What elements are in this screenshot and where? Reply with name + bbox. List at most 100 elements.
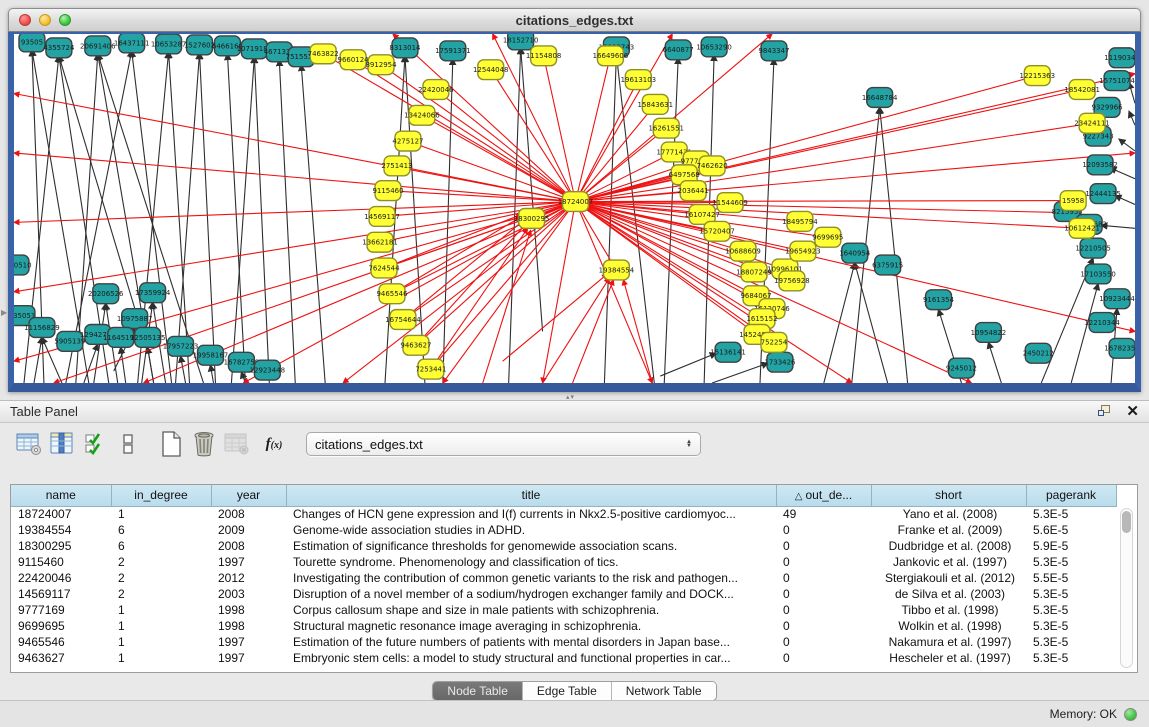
network-node-teal[interactable]: 9843347 [758,41,789,61]
network-node-selected[interactable]: 19613103 [621,70,656,90]
table-cell[interactable]: 1997 [211,634,286,650]
table-cell[interactable]: Dudbridge et al. (2008) [871,538,1026,554]
table-cell[interactable]: 2009 [211,522,286,538]
table-cell[interactable]: 5.3E-5 [1026,618,1116,634]
network-node-selected[interactable]: 2036441 [678,181,709,201]
network-node-teal[interactable]: 17359924 [135,283,171,303]
table-cell[interactable]: Wolkin et al. (1998) [871,618,1026,634]
network-node-selected[interactable]: 9660124 [338,50,370,70]
network-node-selected[interactable]: 9115460 [372,181,403,201]
network-node-selected[interactable]: 23424111 [1074,113,1109,133]
delete-table-icon[interactable] [189,429,219,459]
table-cell[interactable]: 0 [776,650,871,666]
network-node-teal[interactable]: 12444135 [1085,184,1120,204]
table-cell[interactable]: 1 [111,634,211,650]
table-scrollbar-thumb[interactable] [1122,511,1131,533]
table-cell[interactable]: 2008 [211,538,286,554]
network-node-teal[interactable]: 15751074 [1099,71,1135,91]
column-header-title[interactable]: title [286,485,776,506]
table-row[interactable]: 946362711997Embryonic stem cells: a mode… [11,650,1116,666]
network-node-selected[interactable]: 16261551 [649,118,684,138]
network-node-selected[interactable]: 18724007 [558,192,593,212]
network-node-teal[interactable]: 12210344 [1084,313,1120,333]
table-row[interactable]: 946554611997Estimation of the future num… [11,634,1116,650]
network-node-teal[interactable]: 93505 [19,34,45,52]
table-cell[interactable]: 2008 [211,506,286,522]
column-header-year[interactable]: year [211,485,286,506]
table-cell[interactable]: Nakamura et al. (1997) [871,634,1026,650]
network-node-teal[interactable]: 12505135 [130,327,165,347]
table-cell[interactable]: 0 [776,570,871,586]
network-node-teal[interactable]: 10653290 [696,37,731,57]
network-node-selected[interactable]: 19654923 [785,241,820,261]
table-cell[interactable]: Tibbo et al. (1998) [871,602,1026,618]
table-cell[interactable]: 0 [776,554,871,570]
network-node-selected[interactable]: 13662181 [362,232,397,252]
table-cell[interactable]: Investigating the contribution of common… [286,570,776,586]
network-node-selected[interactable]: 10688609 [725,241,760,261]
network-node-teal[interactable]: 4355724 [43,38,75,58]
table-cell[interactable]: Embryonic stem cells: a model to study s… [286,650,776,666]
network-node-teal[interactable]: 12210505 [1075,238,1110,258]
table-row[interactable]: 977716911998Corpus callosum shape and si… [11,602,1116,618]
table-cell[interactable]: 0 [776,538,871,554]
network-node-selected[interactable]: 15958 [1060,191,1086,211]
table-cell[interactable]: 0 [776,522,871,538]
network-node-selected[interactable]: 10612421 [1064,218,1099,238]
collapse-left-panel-icon[interactable]: ▶ [1,308,7,317]
table-cell[interactable]: 1997 [211,650,286,666]
table-cell[interactable]: 18300295 [11,538,111,554]
network-node-selected[interactable]: 18542081 [1064,80,1099,100]
network-node-teal[interactable]: 11190342 [1104,48,1135,68]
table-cell[interactable]: Structural magnetic resonance image aver… [286,618,776,634]
table-row[interactable]: 1830029562008Estimation of significance … [11,538,1116,554]
network-node-selected[interactable]: 12215363 [1020,66,1055,86]
table-cell[interactable]: 14569117 [11,586,111,602]
network-node-teal[interactable]: 2030510 [14,255,32,275]
network-node-teal[interactable]: 1527602 [184,35,215,55]
network-node-selected[interactable]: 15843631 [638,94,673,114]
network-node-selected[interactable]: 19384554 [599,260,635,280]
table-settings-icon[interactable] [14,429,44,459]
table-cell[interactable]: 2 [111,586,211,602]
table-cell[interactable]: 1 [111,506,211,522]
table-cell[interactable]: Jankovic et al. (1997) [871,554,1026,570]
table-cell[interactable]: 9777169 [11,602,111,618]
network-node-teal[interactable]: 2450212 [1023,343,1054,363]
table-cell[interactable]: 1 [111,602,211,618]
network-node-teal[interactable]: 1733426 [764,352,795,372]
network-node-selected[interactable]: 7462620 [697,156,728,176]
table-cell[interactable]: 0 [776,634,871,650]
table-cell[interactable]: Corpus callosum shape and size in male p… [286,602,776,618]
network-node-selected[interactable]: 9465546 [376,284,407,304]
network-node-teal[interactable]: 12093582 [1082,155,1117,175]
table-cell[interactable]: 2 [111,554,211,570]
table-cell[interactable]: 2003 [211,586,286,602]
table-row[interactable]: 2242004622012Investigating the contribut… [11,570,1116,586]
table-cell[interactable]: 2 [111,570,211,586]
network-node-selected[interactable]: 11544609 [712,193,747,213]
function-builder-icon[interactable]: f(x) [259,429,289,459]
table-header-row[interactable]: namein_degreeyeartitle△out_de...shortpag… [11,485,1116,506]
table-cell[interactable]: Estimation of significance thresholds fo… [286,538,776,554]
table-cell[interactable]: 6 [111,522,211,538]
network-node-teal[interactable]: 6640877 [663,40,694,60]
table-cell[interactable]: 6 [111,538,211,554]
table-cell[interactable]: 5.6E-5 [1026,522,1116,538]
table-cell[interactable]: 1997 [211,554,286,570]
table-cell[interactable]: 5.3E-5 [1026,586,1116,602]
network-node-teal[interactable]: 20691406 [80,36,115,56]
column-header-in-degree[interactable]: in_degree [111,485,211,506]
memory-status-indicator[interactable] [1124,708,1137,721]
network-node-selected[interactable]: 7463822 [308,44,339,64]
table-cell[interactable]: Changes of HCN gene expression and I(f) … [286,506,776,522]
network-node-selected[interactable]: 12544048 [473,60,508,80]
table-cell[interactable]: 5.3E-5 [1026,554,1116,570]
table-cell[interactable]: 49 [776,506,871,522]
column-header-short[interactable]: short [871,485,1026,506]
table-selector-dropdown[interactable]: citations_edges.txt ▲▼ [306,432,701,456]
network-node-selected[interactable]: 4275127 [392,131,423,151]
table-cell[interactable]: 9699695 [11,618,111,634]
table-cell[interactable]: 19384554 [11,522,111,538]
column-header-name[interactable]: name [11,485,111,506]
